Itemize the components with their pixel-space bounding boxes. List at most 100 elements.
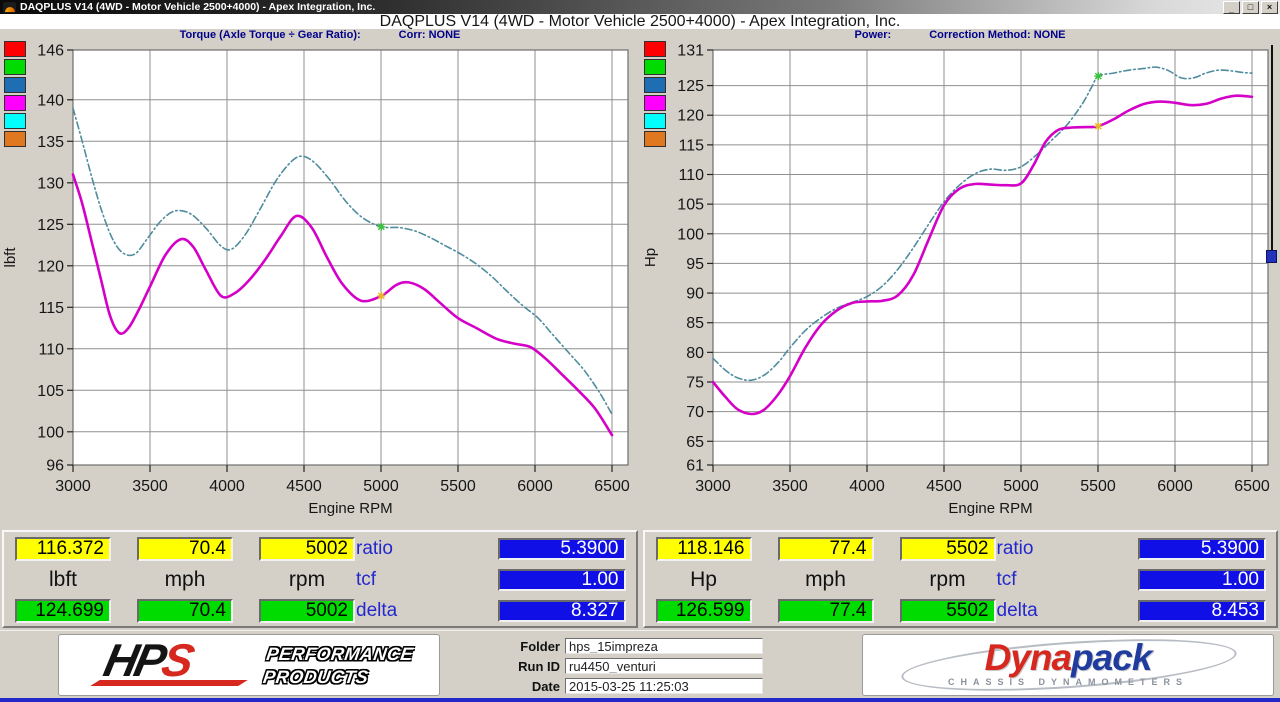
page-title: DAQPLUS V14 (4WD - Motor Vehicle 2500+40… — [0, 14, 1280, 29]
svg-text:90: 90 — [686, 286, 704, 303]
svg-text:5500: 5500 — [1080, 478, 1116, 495]
svg-text:110: 110 — [38, 341, 64, 358]
torque-cursor-value: 116.372 — [15, 537, 111, 561]
cursor-marker-reference — [1094, 72, 1102, 80]
hps-logo-text: PERFORMANCE PRODUCTS — [262, 643, 415, 688]
svg-text:3500: 3500 — [772, 478, 808, 495]
svg-text:65: 65 — [686, 434, 704, 451]
svg-text:105: 105 — [677, 197, 704, 214]
power-unit-label: Hp — [656, 568, 752, 592]
ratio-label: ratio — [997, 538, 1034, 560]
svg-text:135: 135 — [37, 134, 64, 151]
power-cursor-value: 118.146 — [656, 537, 752, 561]
svg-text:6500: 6500 — [1234, 478, 1270, 495]
svg-text:75: 75 — [686, 375, 704, 392]
hps-logo-mark: HPS — [99, 639, 249, 691]
svg-text:4000: 4000 — [209, 478, 245, 495]
svg-text:146: 146 — [37, 43, 64, 60]
svg-text:115: 115 — [38, 300, 64, 317]
folder-field[interactable] — [565, 638, 763, 654]
cursor-marker-reference — [377, 223, 385, 231]
power-reference-value: 126.599 — [656, 599, 752, 623]
daqplus-window: DAQPLUS V14 (4WD - Motor Vehicle 2500+40… — [0, 0, 1280, 702]
svg-text:95: 95 — [686, 256, 704, 273]
speed-cursor-value: 70.4 — [137, 537, 233, 561]
torque-unit-label: lbft — [15, 568, 111, 592]
svg-text:lbft: lbft — [2, 247, 19, 268]
torque-header-label: Torque (Axle Torque ÷ Gear Ratio): — [180, 29, 361, 41]
power-correction-label: Correction Method: NONE — [929, 29, 1065, 41]
tcf-label: tcf — [997, 569, 1017, 591]
restore-button[interactable]: □ — [1242, 1, 1259, 14]
svg-text:100: 100 — [37, 424, 64, 441]
power-chart-header: Power: Correction Method: NONE — [640, 29, 1280, 41]
window-title: DAQPLUS V14 (4WD - Motor Vehicle 2500+40… — [20, 1, 375, 13]
dynapack-logo-text: Dynapack — [863, 637, 1273, 679]
delta-label: delta — [997, 600, 1038, 622]
power-readout-panel: 118.146 77.4 5502 Hp mph rpm 126.599 77.… — [643, 530, 1279, 628]
svg-text:Hp: Hp — [642, 248, 659, 267]
red-swatch — [4, 41, 26, 57]
magenta-swatch — [644, 95, 666, 111]
date-label: Date — [498, 679, 560, 694]
run-id-label: Run ID — [498, 659, 560, 674]
blue-swatch — [4, 77, 26, 93]
orange-swatch — [4, 131, 26, 147]
run-id-field[interactable] — [565, 658, 763, 674]
svg-text:Engine RPM: Engine RPM — [948, 500, 1032, 517]
cursor-marker-current — [1094, 122, 1102, 130]
svg-text:6500: 6500 — [594, 478, 630, 495]
svg-text:96: 96 — [46, 458, 64, 475]
bottom-border-strip — [0, 698, 1280, 702]
magenta-swatch — [4, 95, 26, 111]
svg-text:61: 61 — [686, 458, 704, 475]
orange-swatch — [644, 131, 666, 147]
svg-text:125: 125 — [677, 78, 704, 95]
cursor-marker-current — [377, 292, 385, 300]
svg-text:4000: 4000 — [849, 478, 885, 495]
right-edge-scroll-thumb[interactable] — [1266, 250, 1277, 263]
app-gauge-icon — [3, 2, 16, 13]
channel-legend — [644, 41, 666, 149]
channel-legend — [4, 41, 26, 149]
svg-text:131: 131 — [677, 43, 704, 60]
power-chart-area: 1311251201151101051009590858075706561300… — [640, 41, 1280, 528]
power-header-label: Power: — [855, 29, 892, 41]
rpm-reference-value: 5002 — [259, 599, 355, 623]
rpm-unit-label: rpm — [900, 568, 996, 592]
svg-text:120: 120 — [677, 108, 704, 125]
svg-text:110: 110 — [678, 167, 704, 184]
torque-chart[interactable]: 1461401351301251201151101051009630003500… — [0, 41, 640, 528]
minimize-button[interactable]: _ — [1223, 1, 1240, 14]
tcf-label: tcf — [356, 569, 376, 591]
power-chart[interactable]: 1311251201151101051009590858075706561300… — [640, 41, 1280, 528]
rpm-reference-value: 5502 — [900, 599, 996, 623]
torque-chart-area: 1461401351301251201151101051009630003500… — [0, 41, 640, 528]
dynapack-subtitle: CHASSIS DYNAMOMETERS — [863, 677, 1273, 687]
speed-reference-value: 70.4 — [137, 599, 233, 623]
svg-text:5500: 5500 — [440, 478, 476, 495]
close-button[interactable]: × — [1261, 1, 1278, 14]
red-swatch — [644, 41, 666, 57]
svg-text:Engine RPM: Engine RPM — [308, 500, 392, 517]
svg-text:80: 80 — [686, 345, 704, 362]
svg-text:115: 115 — [678, 137, 704, 154]
delta-value: 8.327 — [498, 600, 626, 622]
svg-text:6000: 6000 — [1157, 478, 1193, 495]
rpm-cursor-value: 5502 — [900, 537, 996, 561]
rpm-unit-label: rpm — [259, 568, 355, 592]
cyan-swatch — [644, 113, 666, 129]
date-field[interactable] — [565, 678, 763, 694]
svg-text:70: 70 — [686, 404, 704, 421]
torque-chart-header: Torque (Axle Torque ÷ Gear Ratio): Corr:… — [0, 29, 640, 41]
blue-swatch — [644, 77, 666, 93]
cyan-swatch — [4, 113, 26, 129]
svg-text:3500: 3500 — [132, 478, 168, 495]
right-edge-divider — [1271, 45, 1273, 250]
svg-text:130: 130 — [37, 175, 64, 192]
svg-text:85: 85 — [686, 315, 704, 332]
rpm-cursor-value: 5002 — [259, 537, 355, 561]
green-swatch — [644, 59, 666, 75]
svg-text:120: 120 — [37, 258, 64, 275]
speed-reference-value: 77.4 — [778, 599, 874, 623]
